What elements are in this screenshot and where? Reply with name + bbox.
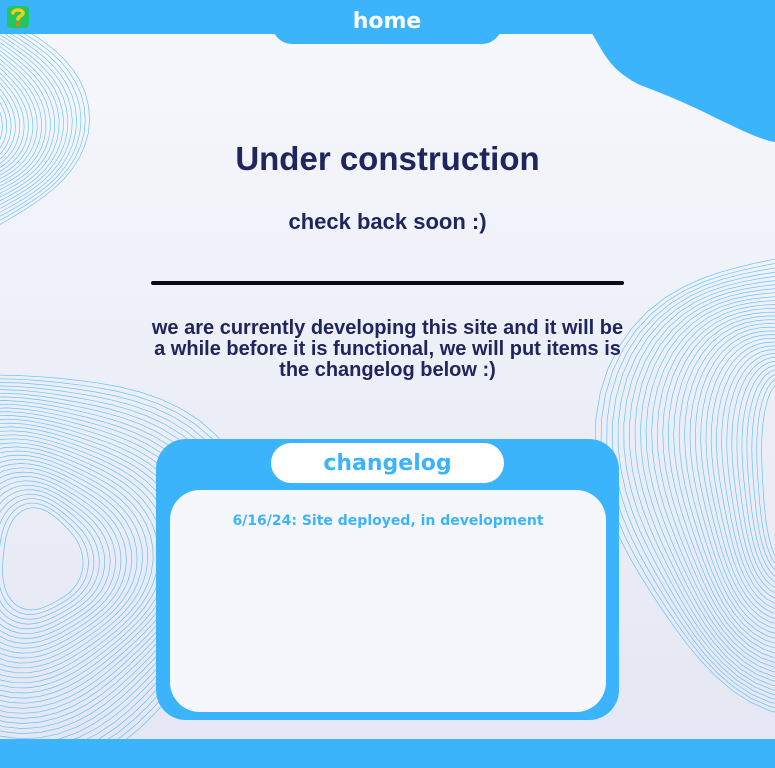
footer-bar <box>0 739 775 768</box>
changelog-entry: 6/16/24: Site deployed, in development <box>232 513 544 529</box>
corner-blob <box>590 30 775 142</box>
page-subtitle: check back soon :) <box>288 209 487 234</box>
changelog-title: changelog <box>271 443 504 483</box>
page-title: Under construction <box>235 140 540 177</box>
home-nav-tab[interactable]: home <box>272 0 502 44</box>
home-nav-label: home <box>352 8 422 34</box>
changelog-title-label: changelog <box>323 450 452 476</box>
divider <box>151 281 624 285</box>
development-message: we are currently developing this site an… <box>151 317 624 381</box>
puzzle-question-logo-icon <box>6 5 30 29</box>
